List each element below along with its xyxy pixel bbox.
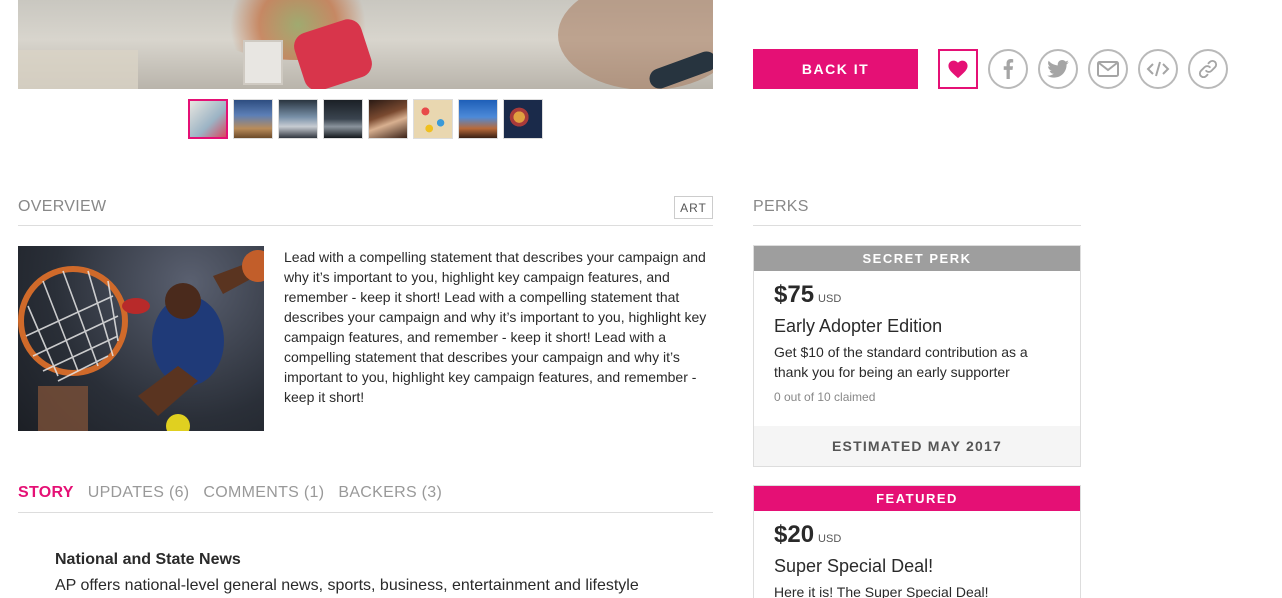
heart-icon <box>948 60 968 79</box>
back-it-button[interactable]: BACK IT <box>753 49 918 89</box>
tab-story[interactable]: STORY <box>18 484 74 502</box>
campaign-tabs: STORY UPDATES (6) COMMENTS (1) BACKERS (… <box>18 484 442 502</box>
gallery-thumbnail[interactable] <box>413 99 453 139</box>
perk-amount: $75 <box>774 281 815 308</box>
story-body-text: AP offers national-level general news, s… <box>55 577 639 594</box>
overview-heading: OVERVIEW <box>18 198 107 215</box>
tab-comments[interactable]: COMMENTS (1) <box>203 484 324 502</box>
perk-description: Get $10 of the standard contribution as … <box>774 344 1028 380</box>
perk-price: $20 USD <box>774 521 1080 549</box>
favorite-button[interactable] <box>938 49 978 89</box>
perk-card[interactable]: SECRET PERK $75 USD Early Adopter Editio… <box>753 245 1081 467</box>
perk-currency: USD <box>818 533 842 545</box>
perks-heading: PERKS <box>753 198 809 215</box>
facebook-icon <box>1003 59 1014 79</box>
perk-amount: $20 <box>774 521 815 548</box>
email-share-button[interactable] <box>1088 49 1128 89</box>
copy-link-button[interactable] <box>1188 49 1228 89</box>
category-tag[interactable]: ART <box>674 196 713 219</box>
perk-banner: FEATURED <box>754 486 1080 511</box>
overview-image <box>18 246 264 431</box>
embed-icon <box>1146 61 1170 77</box>
facebook-share-button[interactable] <box>988 49 1028 89</box>
story-heading: National and State News <box>55 551 241 568</box>
perk-banner: SECRET PERK <box>754 246 1080 271</box>
tabs-divider <box>18 512 713 513</box>
twitter-icon <box>1047 60 1069 78</box>
gallery-thumbnail[interactable] <box>368 99 408 139</box>
gallery-thumbnails <box>188 99 543 139</box>
campaign-hero-image <box>18 0 713 89</box>
perk-description: Here it is! The Super Special Deal! <box>774 584 989 598</box>
tab-backers[interactable]: BACKERS (3) <box>338 484 442 502</box>
embed-button[interactable] <box>1138 49 1178 89</box>
tab-updates[interactable]: UPDATES (6) <box>88 484 190 502</box>
twitter-share-button[interactable] <box>1038 49 1078 89</box>
gallery-thumbnail[interactable] <box>323 99 363 139</box>
perk-title: Early Adopter Edition <box>774 316 943 336</box>
link-icon <box>1198 59 1218 79</box>
perk-title: Super Special Deal! <box>774 556 934 576</box>
perk-claimed-count: 0 out of 10 claimed <box>774 390 876 404</box>
gallery-thumbnail[interactable] <box>188 99 228 139</box>
overview-description: Lead with a compelling statement that de… <box>284 249 707 405</box>
perk-estimated-delivery: ESTIMATED MAY 2017 <box>754 426 1080 466</box>
perk-currency: USD <box>818 293 842 305</box>
perks-divider <box>753 225 1081 226</box>
overview-divider <box>18 225 713 226</box>
gallery-thumbnail[interactable] <box>503 99 543 139</box>
gallery-thumbnail[interactable] <box>233 99 273 139</box>
perk-card[interactable]: FEATURED $20 USD Super Special Deal! Her… <box>753 485 1081 598</box>
gallery-thumbnail[interactable] <box>458 99 498 139</box>
perk-price: $75 USD <box>774 281 1080 309</box>
gallery-thumbnail[interactable] <box>278 99 318 139</box>
email-icon <box>1097 61 1119 77</box>
